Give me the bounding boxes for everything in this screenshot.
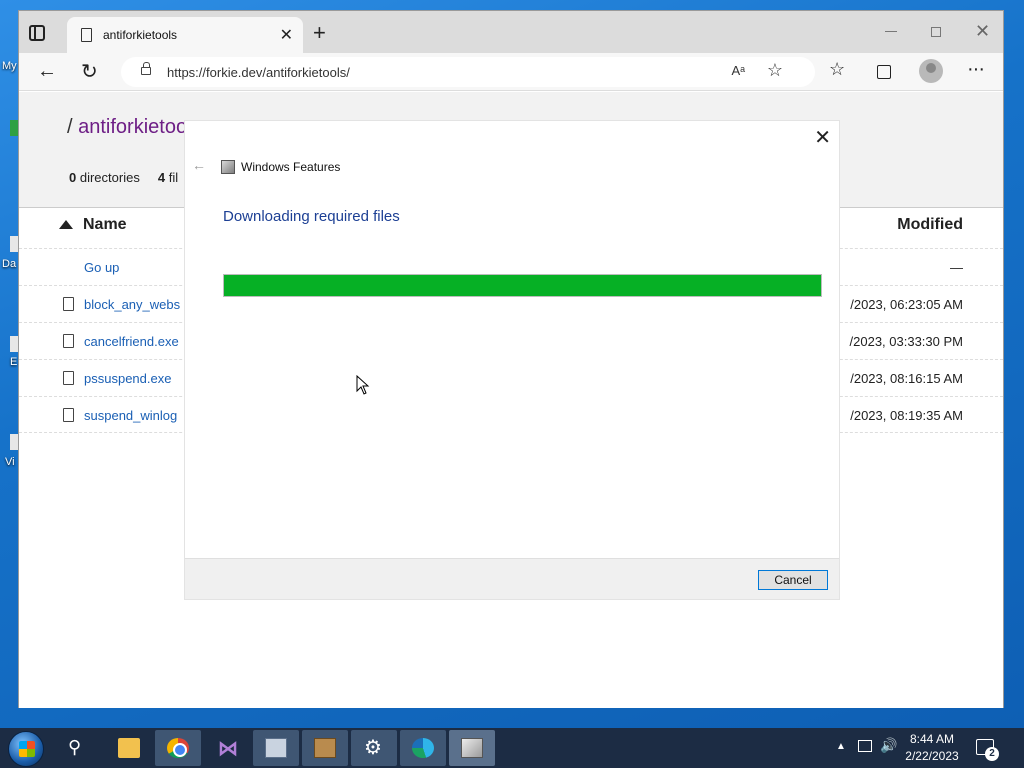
file-icon <box>63 408 74 422</box>
file-icon <box>63 297 74 311</box>
new-tab-icon[interactable]: + <box>313 20 326 46</box>
maximize-icon[interactable] <box>931 27 941 37</box>
breadcrumb-separator: / <box>67 116 73 138</box>
refresh-icon[interactable]: ↻ <box>81 59 98 84</box>
desktop-icon-label[interactable]: Vi <box>5 456 15 468</box>
file-count: 4 <box>157 170 166 185</box>
taskbar-edge[interactable] <box>400 730 446 766</box>
file-explorer-icon <box>118 738 140 758</box>
name-column-header[interactable]: Name <box>59 216 127 234</box>
taskbar-windows-features[interactable] <box>449 730 495 766</box>
close-dialog-icon[interactable]: ✕ <box>814 125 831 150</box>
file-link[interactable]: suspend_winlog <box>84 408 177 423</box>
taskbar-file-explorer[interactable] <box>106 730 152 766</box>
file-link[interactable]: pssuspend.exe <box>84 371 171 386</box>
clock-time[interactable]: 8:44 AM <box>904 732 960 746</box>
back-arrow-icon: ← <box>192 157 206 173</box>
taskbar-settings[interactable]: ⚙ <box>351 730 397 766</box>
minimize-icon[interactable] <box>885 31 897 32</box>
row-modified: /2023, 03:33:30 PM <box>849 334 963 349</box>
taskbar: ⚲ ⋈ ⚙ ▲ 🔊 8:44 AM 2/22/2023 2 <box>0 728 1024 768</box>
notification-count-badge: 2 <box>985 747 999 761</box>
name-column-label: Name <box>83 216 127 233</box>
back-icon[interactable]: ← <box>37 60 57 83</box>
dir-label: directories <box>79 170 140 185</box>
show-hidden-icons-icon[interactable]: ▲ <box>836 741 846 752</box>
more-options-icon[interactable]: ··· <box>967 58 985 81</box>
keyboard-app-icon <box>265 738 287 758</box>
add-favorite-icon[interactable]: ☆ <box>767 60 783 81</box>
breadcrumb-link[interactable]: antiforkietoo <box>78 116 187 138</box>
close-tab-icon[interactable]: ✕ <box>280 25 293 45</box>
row-modified: /2023, 08:16:15 AM <box>850 371 963 386</box>
search-icon[interactable]: ⚲ <box>68 737 81 758</box>
visual-studio-icon: ⋈ <box>218 738 238 760</box>
start-button[interactable] <box>8 731 44 767</box>
desktop-icon-label[interactable]: My <box>2 60 17 72</box>
edge-icon <box>412 738 434 758</box>
tab-actions-icon[interactable] <box>29 25 45 41</box>
item-counts: 0 directories 4 fil <box>69 170 178 185</box>
windows-features-icon <box>461 738 483 758</box>
taskbar-visual-studio[interactable]: ⋈ <box>204 730 250 766</box>
browser-toolbar: ← ↻ https://forkie.dev/antiforkietools/ … <box>19 53 1003 91</box>
taskbar-package-app[interactable] <box>302 730 348 766</box>
dialog-title: Windows Features <box>241 160 341 174</box>
file-label: fil <box>168 170 179 185</box>
collections-icon[interactable] <box>877 65 891 79</box>
windows-features-icon <box>221 160 235 174</box>
file-icon <box>63 371 74 385</box>
profile-avatar[interactable] <box>919 59 943 83</box>
row-modified: /2023, 08:19:35 AM <box>850 408 963 423</box>
desktop-icon-label[interactable]: Da <box>2 258 16 270</box>
file-link[interactable]: block_any_webs <box>84 297 180 312</box>
download-progress-bar <box>223 274 822 297</box>
progress-fill <box>224 275 821 296</box>
tab-bar: antiforkietools ✕ + ✕ <box>19 11 1003 53</box>
taskbar-keyboard-app[interactable] <box>253 730 299 766</box>
file-icon <box>63 334 74 348</box>
package-app-icon <box>314 738 336 758</box>
tab-antiforkietools[interactable]: antiforkietools ✕ <box>67 17 303 53</box>
url-text[interactable]: https://forkie.dev/antiforkietools/ <box>167 65 350 80</box>
breadcrumb: / antiforkietoo <box>67 116 187 139</box>
network-icon[interactable] <box>858 740 872 752</box>
windows-features-dialog: ✕ ← Windows Features Downloading require… <box>184 120 840 600</box>
favorites-icon[interactable]: ☆ <box>829 59 845 80</box>
chrome-icon <box>167 738 189 758</box>
read-aloud-icon[interactable]: Aᵃ <box>731 63 745 78</box>
taskbar-chrome[interactable] <box>155 730 201 766</box>
go-up-link[interactable]: Go up <box>84 260 119 275</box>
file-link[interactable]: cancelfriend.exe <box>84 334 179 349</box>
sort-ascending-icon <box>59 220 73 229</box>
cancel-button[interactable]: Cancel <box>758 570 828 590</box>
desktop-icon-label[interactable]: E <box>10 356 17 368</box>
lock-icon[interactable] <box>141 62 151 75</box>
row-modified: — <box>950 260 963 275</box>
tab-title: antiforkietools <box>103 28 178 42</box>
volume-icon[interactable]: 🔊 <box>880 737 897 754</box>
address-bar[interactable]: https://forkie.dev/antiforkietools/ Aᵃ ☆ <box>121 57 815 87</box>
settings-icon: ⚙ <box>364 737 382 759</box>
dialog-heading: Downloading required files <box>223 208 400 225</box>
modified-column-header[interactable]: Modified <box>897 216 963 234</box>
document-icon <box>81 28 92 42</box>
dir-count: 0 <box>69 170 77 185</box>
row-modified: /2023, 06:23:05 AM <box>850 297 963 312</box>
clock-date[interactable]: 2/22/2023 <box>904 749 960 763</box>
dialog-footer: Cancel <box>185 558 839 599</box>
close-window-icon[interactable]: ✕ <box>975 21 990 42</box>
